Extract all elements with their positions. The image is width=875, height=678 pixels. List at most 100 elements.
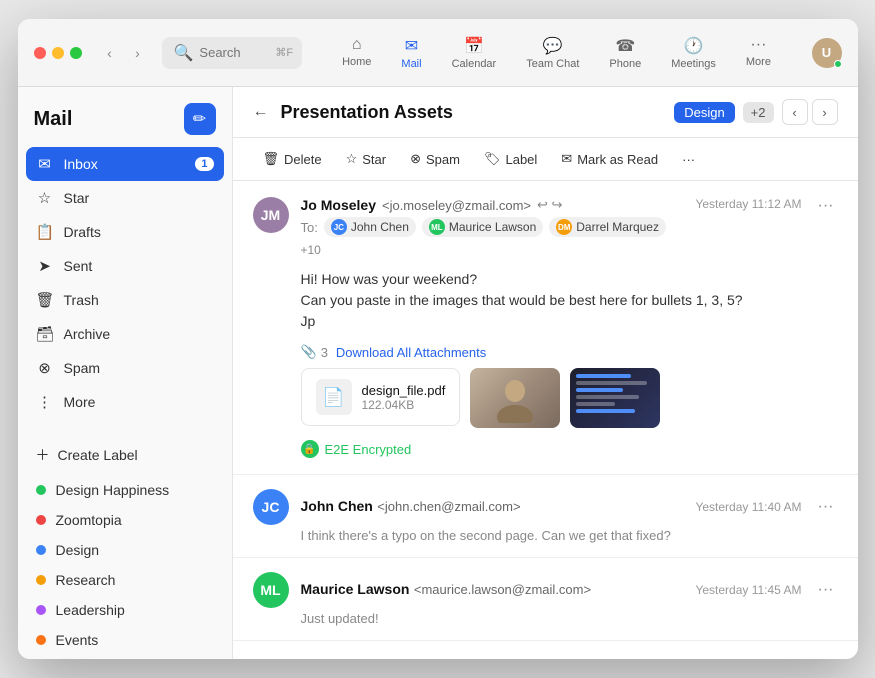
e2e-badge: 🔒 E2E Encrypted [253,440,838,458]
search-bar[interactable]: 🔍 ⌘F [162,37,302,69]
email-1-to-row: To: JC John Chen ML Maurice Lawson [301,217,684,257]
close-button[interactable] [34,47,46,59]
code-line-6 [576,409,635,413]
sidebar-nav: ✉ Inbox 1 ☆ Star 📋 Drafts ➤ Sent 🗑 [18,147,232,419]
attachment-count-row: 📎 3 Download All Attachments [301,344,838,360]
more-icon: ··· [750,36,766,54]
email-1-more-button[interactable]: ··· [814,197,838,215]
sidebar-item-archive-label: Archive [64,326,111,342]
sidebar-item-inbox[interactable]: ✉ Inbox 1 [26,147,224,181]
sidebar-item-star[interactable]: ☆ Star [26,181,224,215]
create-label-text: Create Label [58,447,138,463]
email-item-2: JC John Chen <john.chen@zmail.com> Yeste… [233,475,858,558]
spam-toolbar-icon: ⊗ [410,151,421,167]
star-toolbar-icon: ☆ [346,151,358,167]
compose-button[interactable]: ✏ [184,103,216,135]
code-line-2 [576,381,646,385]
label-item-research[interactable]: Research [26,565,224,595]
email-3-more-button[interactable]: ··· [814,581,838,599]
prev-thread-button[interactable]: ‹ [782,99,808,125]
search-input[interactable] [199,45,269,60]
tab-meetings[interactable]: 🕐 Meetings [657,30,730,76]
sidebar: Mail ✏ ✉ Inbox 1 ☆ Star 📋 Drafts ➤ [18,87,233,659]
tab-team-chat[interactable]: 💬 Team Chat [512,30,593,76]
toolbar: 🗑 Delete ☆ Star ⊗ Spam 🏷 Label ✉ Mar [233,138,858,181]
main-window: ‹ › 🔍 ⌘F ⌂ Home ✉ Mail 📅 Calendar 💬 Tea [18,19,858,659]
sidebar-item-spam[interactable]: ⊗ Spam [26,351,224,385]
thread-title: Presentation Assets [281,102,453,123]
delete-label: Delete [284,152,322,167]
plus-recipients: +10 [301,243,321,257]
sidebar-item-more-label: More [64,394,96,410]
label-item-zoomtopia[interactable]: Zoomtopia [26,505,224,535]
email-1-reply-icons: ↩ ↪ [537,197,562,213]
e2e-label: E2E Encrypted [325,442,412,457]
label-item-design-happiness[interactable]: Design Happiness [26,475,224,505]
file-card-pdf[interactable]: 📄 design_file.pdf 122.04KB [301,368,461,426]
create-label-button[interactable]: ＋ Create Label [18,439,232,471]
email-2-more-button[interactable]: ··· [814,498,838,516]
tab-home[interactable]: ⌂ Home [328,30,385,76]
email-1-sender-row: Jo Moseley <jo.moseley@zmail.com> ↩ ↪ [301,197,684,213]
online-indicator [834,60,842,68]
thread-back-button[interactable]: ← [253,103,269,121]
recipient-john-chen: JC John Chen [324,217,416,237]
label-item-leadership[interactable]: Leadership [26,595,224,625]
maximize-button[interactable] [70,47,82,59]
download-all-link[interactable]: Download All Attachments [336,345,486,360]
toolbar-more-icon: ··· [682,152,695,167]
email-2-sender-email: <john.chen@zmail.com> [377,499,520,514]
label-zoomtopia-text: Zoomtopia [56,512,122,528]
star-button[interactable]: ☆ Star [336,146,397,172]
label-item-design[interactable]: Design [26,535,224,565]
label-item-events[interactable]: Events [26,625,224,655]
thumbnail-code [570,368,660,428]
tab-calendar[interactable]: 📅 Calendar [438,30,511,76]
back-nav-button[interactable]: ‹ [98,41,122,65]
email-1-meta: Jo Moseley <jo.moseley@zmail.com> ↩ ↪ To… [301,197,684,257]
tab-mail[interactable]: ✉ Mail [387,30,435,76]
code-line-3 [576,388,623,392]
email-1-sender-name: Jo Moseley [301,197,376,213]
minimize-button[interactable] [52,47,64,59]
delete-icon: 🗑 [263,151,280,167]
sidebar-item-trash-label: Trash [64,292,99,308]
sidebar-item-trash[interactable]: 🗑 Trash [26,283,224,317]
label-button[interactable]: 🏷 Label [474,146,547,172]
design-tag-badge: Design [674,102,734,123]
email-1-attachments: 📎 3 Download All Attachments 📄 design_fi… [253,344,838,428]
label-icon: 🏷 [484,151,501,167]
code-line-4 [576,395,638,399]
tab-phone[interactable]: ☎ Phone [595,30,655,76]
recipient-darrel-marquez: DM Darrel Marquez [549,217,666,237]
label-dot-events [36,635,46,645]
user-avatar-container[interactable]: U [812,38,842,68]
recipient-name-ml: Maurice Lawson [449,220,536,234]
tab-more[interactable]: ··· More [732,30,785,76]
sent-icon: ➤ [36,257,54,275]
sidebar-header: Mail ✏ [18,103,232,147]
sidebar-item-sent[interactable]: ➤ Sent [26,249,224,283]
mark-as-read-button[interactable]: ✉ Mark as Read [551,146,668,172]
star-label: Star [362,152,386,167]
sidebar-item-drafts[interactable]: 📋 Drafts [26,215,224,249]
spam-icon: ⊗ [36,359,54,377]
sidebar-item-more[interactable]: ⋮ More [26,385,224,419]
sidebar-item-archive[interactable]: 🗃 Archive [26,317,224,351]
tab-more-label: More [746,56,771,68]
email-1-body-line2: Can you paste in the images that would b… [301,290,838,311]
home-icon: ⌂ [352,36,362,54]
file-info: design_file.pdf 122.04KB [362,383,446,412]
delete-button[interactable]: 🗑 Delete [253,146,332,172]
recipient-name-dm: Darrel Marquez [576,220,659,234]
forward-nav-button[interactable]: › [126,41,150,65]
toolbar-more-button[interactable]: ··· [672,147,705,172]
traffic-lights [34,47,82,59]
next-thread-button[interactable]: › [812,99,838,125]
label-dot-design-happiness [36,485,46,495]
email-1-initials: JM [261,207,280,223]
recipient-avatar-dm: DM [556,219,572,235]
recipient-name-jc: John Chen [351,220,409,234]
spam-button[interactable]: ⊗ Spam [400,146,470,172]
email-1-body-line1: Hi! How was your weekend? [301,269,838,290]
